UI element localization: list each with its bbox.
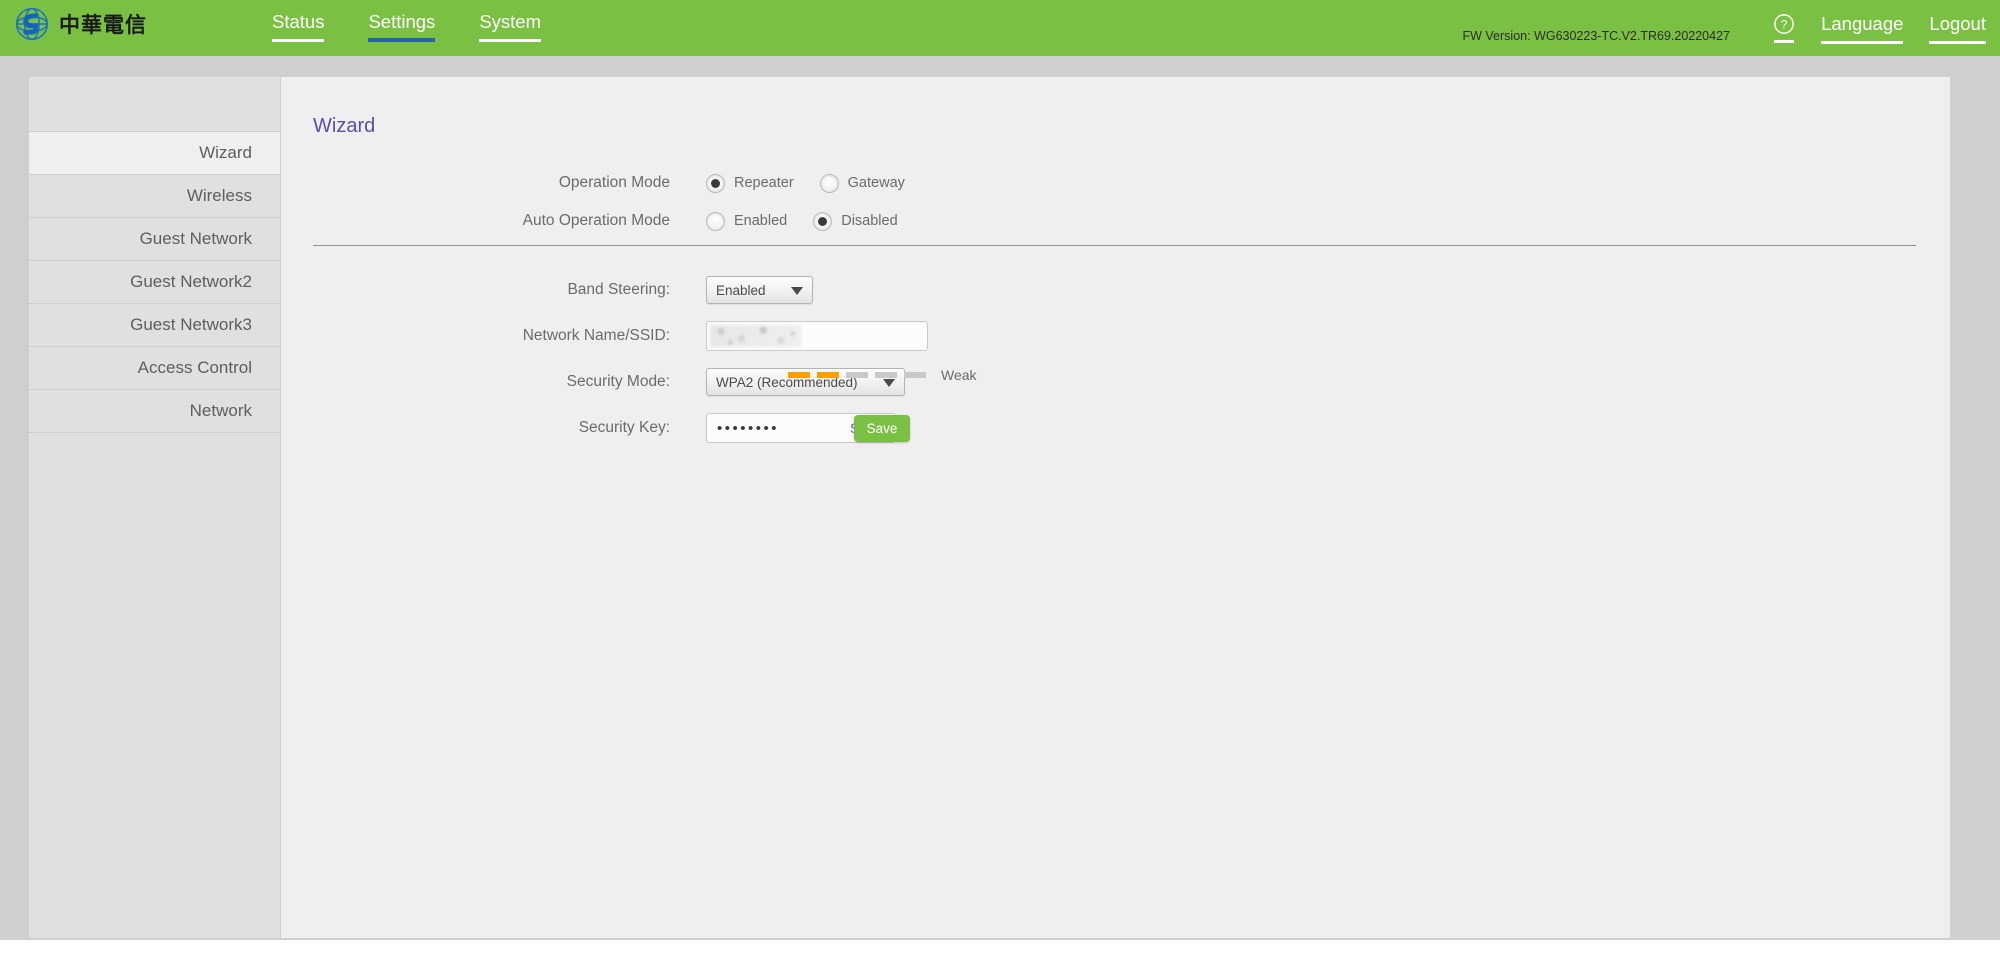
radio-label: Enabled	[734, 213, 788, 229]
sidebar-item-guest-network[interactable]: Guest Network	[29, 218, 280, 261]
strength-segment	[904, 372, 926, 378]
help-button[interactable]: ?	[1773, 13, 1795, 43]
security-mode-row: Security Mode: WPA2 (Recommended)	[281, 359, 1950, 405]
operation-mode-block: Operation Mode Repeater Gateway Auto Ope…	[281, 165, 1950, 239]
sidebar-item-network[interactable]: Network	[29, 390, 280, 433]
band-steering-row: Band Steering: Enabled	[281, 267, 1950, 313]
section-divider	[313, 245, 1916, 246]
brand-logo-area: 中華電信	[14, 6, 147, 42]
main-navigation: Status Settings System	[272, 11, 541, 42]
radio-auto-operation-disabled[interactable]: Disabled	[813, 211, 898, 231]
redacted-overlay	[710, 325, 802, 347]
auto-operation-mode-label: Auto Operation Mode	[522, 212, 670, 229]
radio-auto-operation-enabled[interactable]: Enabled	[706, 211, 788, 231]
strength-segment	[817, 372, 839, 378]
strength-segment	[788, 372, 810, 378]
language-link[interactable]: Language	[1821, 13, 1904, 44]
sidebar: Wizard Wireless Guest Network Guest Netw…	[29, 77, 281, 938]
band-steering-value: Enabled	[716, 282, 766, 298]
content-shell: Wizard Wireless Guest Network Guest Netw…	[29, 77, 1950, 938]
wireless-settings-block: Band Steering: Enabled Network Name/SSID…	[281, 267, 1950, 451]
band-steering-label: Band Steering:	[567, 281, 670, 298]
page-title: Wizard	[313, 115, 376, 137]
sidebar-top-spacer	[29, 77, 280, 132]
strength-segment	[875, 372, 897, 378]
radio-operation-mode-gateway[interactable]: Gateway	[819, 173, 905, 193]
operation-mode-controls: Repeater Gateway	[706, 173, 931, 193]
sidebar-item-access-control[interactable]: Access Control	[29, 347, 280, 390]
save-button[interactable]: Save	[854, 415, 910, 442]
ssid-label: Network Name/SSID:	[522, 327, 670, 344]
radio-label: Disabled	[841, 213, 898, 229]
operation-mode-row: Operation Mode Repeater Gateway	[281, 165, 1950, 201]
header-actions: ? Language Logout	[1773, 13, 1986, 44]
ssid-control	[706, 321, 928, 351]
main-content: Wizard Operation Mode Repeater Gateway A…	[281, 77, 1950, 938]
top-header-bar: 中華電信 Status Settings System FW Version: …	[0, 0, 2000, 56]
router-admin-page: 中華電信 Status Settings System FW Version: …	[0, 0, 2000, 976]
band-steering-select[interactable]: Enabled	[706, 276, 813, 304]
security-mode-label: Security Mode:	[566, 373, 670, 390]
sidebar-item-guest-network2[interactable]: Guest Network2	[29, 261, 280, 304]
password-strength-meter: Weak	[788, 367, 977, 383]
band-steering-control: Enabled	[706, 276, 813, 304]
nav-tab-settings[interactable]: Settings	[368, 11, 435, 42]
radio-label: Gateway	[847, 175, 905, 191]
operation-mode-label: Operation Mode	[558, 174, 670, 191]
firmware-version-label: FW Version: WG630223-TC.V2.TR69.20220427	[1462, 29, 1731, 43]
auto-operation-mode-row: Auto Operation Mode Enabled Disabled	[281, 203, 1950, 239]
radio-circle-icon	[706, 211, 725, 231]
strength-segment	[846, 372, 868, 378]
ssid-row: Network Name/SSID:	[281, 313, 1950, 359]
globe-spiral-icon	[15, 7, 49, 41]
chevron-down-icon	[791, 287, 803, 295]
radio-operation-mode-repeater[interactable]: Repeater	[706, 173, 794, 193]
sidebar-item-guest-network3[interactable]: Guest Network3	[29, 304, 280, 347]
strength-label: Weak	[941, 367, 977, 383]
ssid-input[interactable]	[706, 321, 928, 351]
sidebar-item-wireless[interactable]: Wireless	[29, 175, 280, 218]
question-circle-icon: ?	[1774, 14, 1794, 34]
nav-tab-system[interactable]: System	[479, 11, 541, 42]
security-key-label: Security Key:	[578, 419, 670, 436]
brand-name: 中華電信	[59, 13, 147, 37]
nav-tab-status[interactable]: Status	[272, 11, 325, 42]
auto-operation-mode-controls: Enabled Disabled	[706, 211, 924, 231]
logout-link[interactable]: Logout	[1929, 13, 1986, 44]
radio-circle-icon	[819, 173, 839, 193]
radio-circle-icon	[813, 211, 833, 231]
security-key-masked-value: ••••••••	[717, 419, 780, 437]
svg-text:?: ?	[1781, 18, 1788, 32]
radio-circle-icon	[706, 173, 725, 193]
security-key-row: Security Key: •••••••• Show	[281, 405, 1950, 451]
radio-label: Repeater	[734, 175, 794, 191]
sidebar-item-wizard[interactable]: Wizard	[29, 132, 280, 175]
